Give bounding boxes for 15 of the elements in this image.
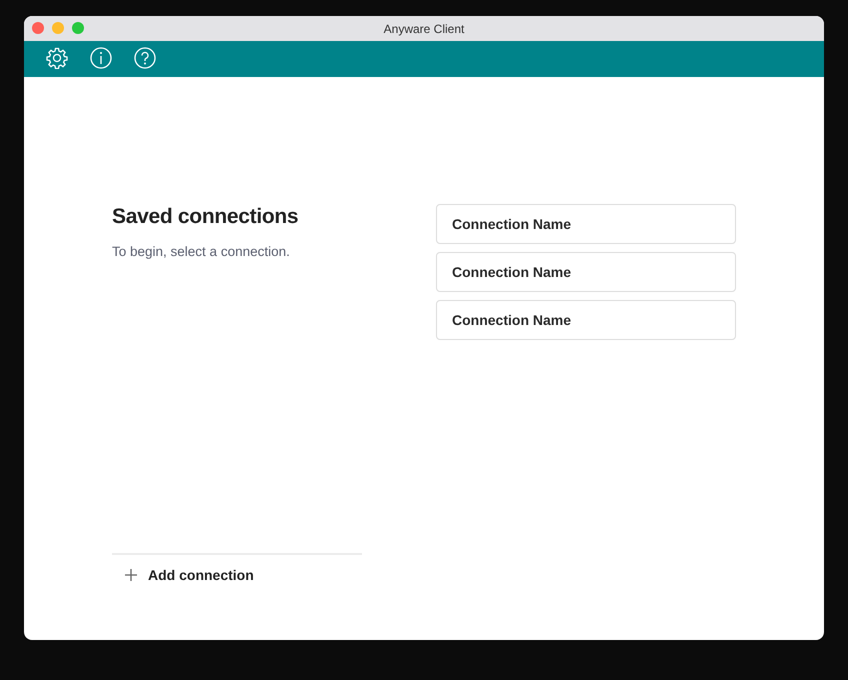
help-icon <box>134 47 156 69</box>
window-title: Anyware Client <box>384 22 464 36</box>
add-connection-button[interactable]: Add connection <box>112 565 266 585</box>
info-button[interactable] <box>90 47 114 71</box>
subtitle: To begin, select a connection. <box>112 244 291 259</box>
settings-button[interactable] <box>46 47 70 71</box>
help-button[interactable] <box>134 47 158 71</box>
info-icon <box>90 47 112 69</box>
plus-icon <box>124 568 138 582</box>
connection-item[interactable]: Connection Name <box>436 252 736 292</box>
connection-item[interactable]: Connection Name <box>436 204 736 244</box>
page-heading: Saved connections <box>112 204 300 230</box>
connection-item[interactable]: Connection Name <box>436 300 736 340</box>
settings-icon <box>46 47 68 69</box>
close-button[interactable] <box>32 22 44 34</box>
